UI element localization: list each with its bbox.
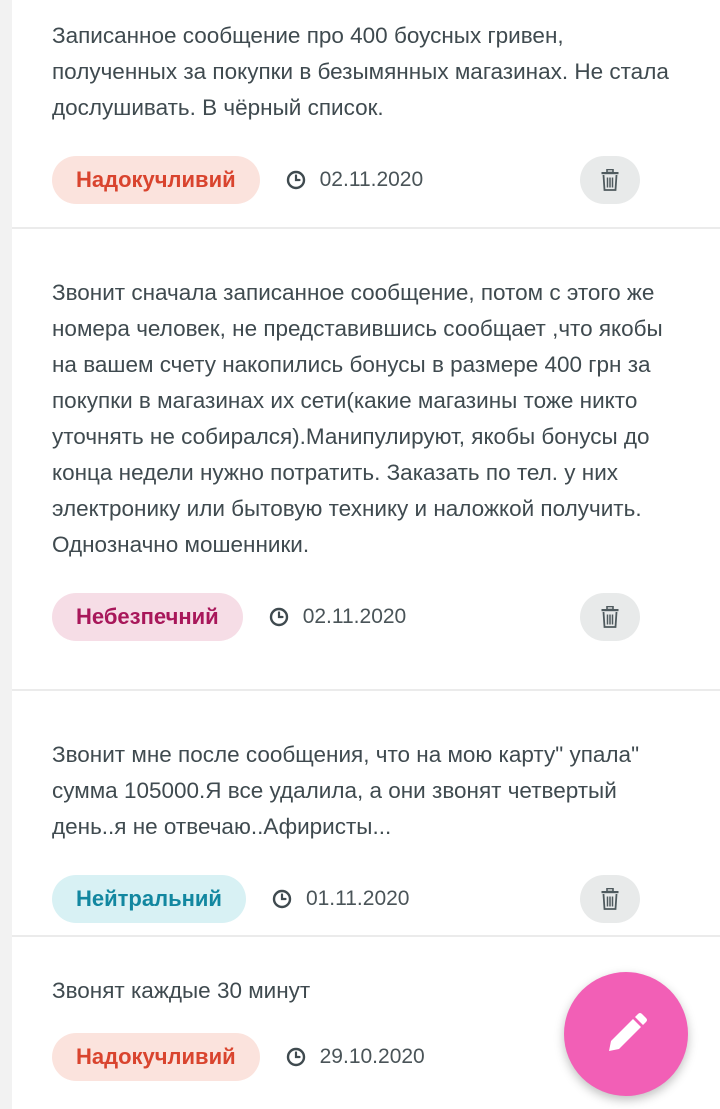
category-badge: Надокучливий: [52, 156, 260, 204]
review-date-text: 01.11.2020: [305, 887, 410, 910]
write-review-button[interactable]: [564, 972, 688, 1096]
review-date: 02.11.2020: [286, 168, 424, 192]
delete-button[interactable]: [580, 156, 640, 204]
review-date: 01.11.2020: [272, 887, 410, 911]
delete-button[interactable]: [580, 875, 640, 923]
category-badge: Надокучливий: [52, 1033, 260, 1081]
review-card: Звонит сначала записанное сообщение, пот…: [12, 229, 720, 691]
review-text: Звонит сначала записанное сообщение, пот…: [52, 280, 663, 557]
review-date-text: 02.11.2020: [319, 168, 424, 191]
review-text: Звонит мне после сообщения, что на мою к…: [52, 742, 640, 839]
pencil-icon: [609, 1013, 647, 1051]
review-date: 29.10.2020: [286, 1045, 425, 1069]
clock-icon: [286, 1047, 305, 1067]
delete-button[interactable]: [580, 593, 640, 641]
review-date-text: 02.11.2020: [302, 605, 407, 628]
review-text: Записанное сообщение про 400 боусных гри…: [52, 23, 669, 120]
clock-icon: [269, 607, 288, 627]
review-meta: Нейтральний 01.11.2020: [52, 875, 680, 923]
review-date: 02.11.2020: [269, 605, 407, 629]
trash-icon: [601, 169, 619, 191]
clock-icon: [286, 170, 305, 190]
review-meta: Надокучливий 02.11.2020: [52, 156, 680, 204]
category-badge: Небезпечний: [52, 593, 243, 641]
review-card: Записанное сообщение про 400 боусных гри…: [12, 0, 720, 229]
review-list: Записанное сообщение про 400 боусных гри…: [12, 0, 720, 1109]
clock-icon: [272, 889, 292, 909]
review-date-text: 29.10.2020: [319, 1045, 425, 1068]
category-badge: Нейтральний: [52, 875, 246, 923]
review-card: Звонит мне после сообщения, что на мою к…: [12, 691, 720, 937]
trash-icon: [601, 888, 619, 910]
trash-icon: [601, 606, 619, 628]
review-meta: Небезпечний 02.11.2020: [52, 593, 680, 641]
